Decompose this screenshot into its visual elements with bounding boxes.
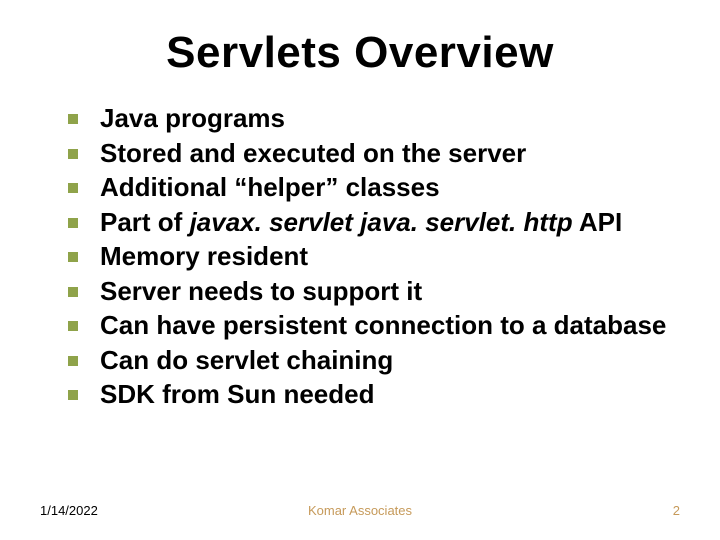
bullet-text: Part of javax. servlet java. servlet. ht… <box>100 206 622 239</box>
square-bullet-icon <box>68 321 78 331</box>
square-bullet-icon <box>68 218 78 228</box>
footer-date: 1/14/2022 <box>40 503 98 518</box>
slide-footer: 1/14/2022 Komar Associates 2 <box>0 503 720 518</box>
list-item: Memory resident <box>68 240 670 273</box>
square-bullet-icon <box>68 183 78 193</box>
bullet-text: Stored and executed on the server <box>100 137 526 170</box>
square-bullet-icon <box>68 114 78 124</box>
list-item: Stored and executed on the server <box>68 137 670 170</box>
slide-title: Servlets Overview <box>40 28 680 78</box>
bullet-text: Server needs to support it <box>100 275 422 308</box>
bullet-prefix: Part of <box>100 207 190 237</box>
square-bullet-icon <box>68 356 78 366</box>
list-item: Can do servlet chaining <box>68 344 670 377</box>
footer-page-number: 2 <box>673 503 680 518</box>
list-item: Additional “helper” classes <box>68 171 670 204</box>
bullet-list: Java programs Stored and executed on the… <box>40 102 680 411</box>
bullet-text: Memory resident <box>100 240 308 273</box>
bullet-text: Java programs <box>100 102 285 135</box>
list-item: Can have persistent connection to a data… <box>68 309 670 342</box>
slide: Servlets Overview Java programs Stored a… <box>0 0 720 540</box>
square-bullet-icon <box>68 390 78 400</box>
bullet-text: Can do servlet chaining <box>100 344 393 377</box>
square-bullet-icon <box>68 252 78 262</box>
bullet-suffix: API <box>573 207 623 237</box>
bullet-italic: javax. servlet java. servlet. http <box>190 207 573 237</box>
square-bullet-icon <box>68 149 78 159</box>
bullet-text: SDK from Sun needed <box>100 378 374 411</box>
list-item: Part of javax. servlet java. servlet. ht… <box>68 206 670 239</box>
bullet-text: Additional “helper” classes <box>100 171 440 204</box>
list-item: Server needs to support it <box>68 275 670 308</box>
square-bullet-icon <box>68 287 78 297</box>
bullet-text: Can have persistent connection to a data… <box>100 309 666 342</box>
footer-org: Komar Associates <box>308 503 412 518</box>
list-item: SDK from Sun needed <box>68 378 670 411</box>
list-item: Java programs <box>68 102 670 135</box>
